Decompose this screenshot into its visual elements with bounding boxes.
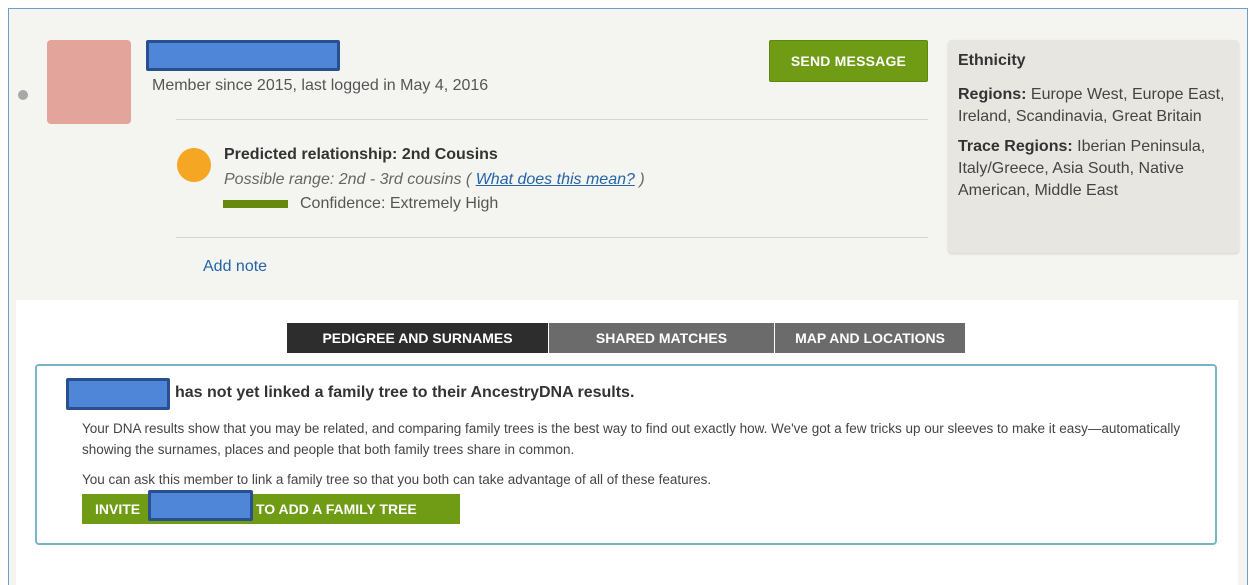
confidence-text: Confidence: Extremely High [300,195,499,212]
range-suffix: ) [634,171,645,188]
notice-ask-text: You can ask this member to link a family… [82,472,712,487]
send-message-button[interactable]: SEND MESSAGE [769,40,928,82]
relationship-indicator-icon [177,148,211,182]
online-status-icon [18,90,28,100]
member-name-redacted [66,378,170,410]
ethnicity-regions: Regions: Europe West, Europe East, Irela… [958,84,1229,128]
member-name-redacted [148,490,253,521]
tab-shared-matches[interactable]: SHARED MATCHES [549,323,775,353]
avatar[interactable] [47,40,131,124]
notice-body: Your DNA results show that you may be re… [82,421,1181,457]
invite-prefix: INVITE [95,501,141,517]
notice-title: has not yet linked a family tree to thei… [175,384,635,401]
what-does-this-mean-link[interactable]: What does this mean? [476,171,635,188]
tab-bar: PEDIGREE AND SURNAMES SHARED MATCHES MAP… [287,323,966,353]
add-note-link[interactable]: Add note [203,258,267,276]
divider [176,119,928,120]
regions-label: Regions: [958,86,1027,103]
tab-pedigree-and-surnames[interactable]: PEDIGREE AND SURNAMES [287,323,549,353]
confidence-bar [223,200,288,208]
member-name-redacted [146,40,340,71]
tab-map-and-locations[interactable]: MAP AND LOCATIONS [775,323,966,353]
invite-to-add-tree-button[interactable]: INVITE TO ADD A FAMILY TREE [82,494,460,524]
range-prefix: Possible range: 2nd - 3rd cousins ( [224,171,476,188]
ethnicity-trace-regions: Trace Regions: Iberian Peninsula, Italy/… [958,136,1229,202]
invite-suffix: TO ADD A FAMILY TREE [256,501,417,517]
predicted-relationship: Predicted relationship: 2nd Cousins [224,146,498,163]
trace-regions-label: Trace Regions: [958,138,1073,155]
divider [176,237,928,238]
possible-range: Possible range: 2nd - 3rd cousins ( What… [224,171,645,189]
ethnicity-panel: Ethnicity Regions: Europe West, Europe E… [948,40,1239,253]
member-since-text: Member since 2015, last logged in May 4,… [152,77,489,94]
ethnicity-title: Ethnicity [958,52,1026,69]
